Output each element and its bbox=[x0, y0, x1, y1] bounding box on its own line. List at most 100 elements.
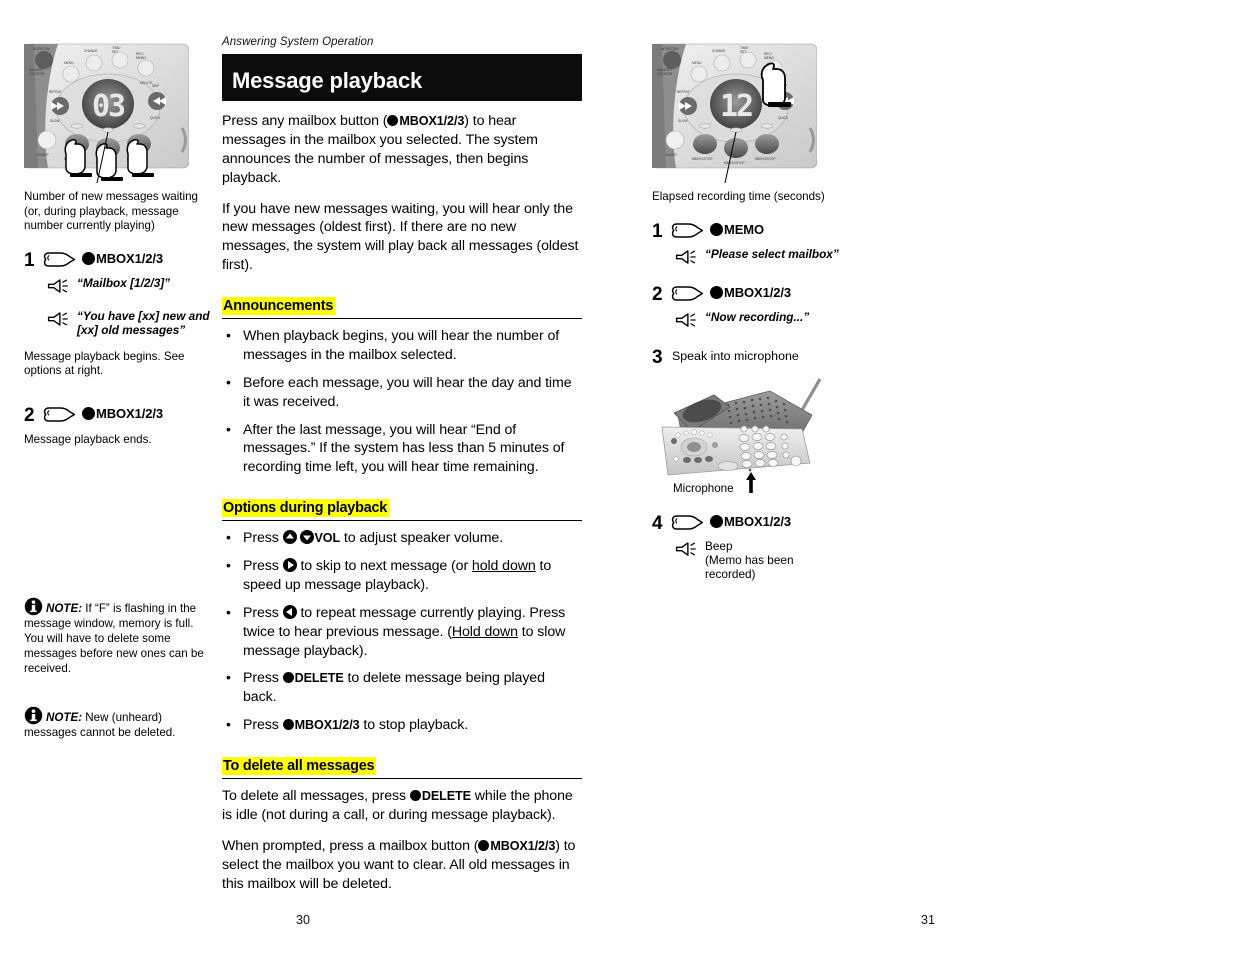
step-button: MBOX1/2/3 bbox=[82, 251, 163, 267]
svg-text:LOCATOR: LOCATOR bbox=[29, 72, 45, 76]
svg-text:LOCATOR: LOCATOR bbox=[657, 72, 673, 76]
delete-button-icon bbox=[409, 790, 421, 801]
svg-text:SET: SET bbox=[740, 50, 746, 54]
page-right: 12 INTERCOM HANDSET LOCATOR MENU CHANGE … bbox=[617, 0, 1235, 954]
mailbox-button-icon bbox=[478, 839, 490, 851]
microphone-label: Microphone bbox=[673, 482, 734, 495]
speaker-icon bbox=[47, 312, 68, 326]
step-button: MEMO bbox=[710, 222, 764, 238]
subheading-text: Options during playback bbox=[222, 499, 390, 518]
svg-text:REPEAT: REPEAT bbox=[49, 90, 62, 94]
phone-control-panel-illustration: 12 INTERCOM HANDSET LOCATOR MENU CHANGE … bbox=[651, 40, 818, 190]
pointing-hand-icon bbox=[43, 251, 76, 267]
page-left: 03 INTERCOM HANDSET LOCATOR MENU CHANGE … bbox=[0, 0, 617, 954]
svg-text:CHANGE: CHANGE bbox=[712, 49, 726, 53]
step-3: 3 Speak into microphone bbox=[652, 347, 842, 367]
inline-button-label: MBOX1/2/3 bbox=[490, 838, 556, 853]
base-unit-illustration: Microphone bbox=[652, 371, 842, 501]
step-button-label: MBOX1/2/3 bbox=[96, 250, 164, 266]
bullet-post: to stop playback. bbox=[359, 717, 469, 734]
svg-text:QUICK: QUICK bbox=[778, 116, 789, 120]
subheading-text: Announcements bbox=[222, 297, 336, 315]
voice-prompt: Beep (Memo has been recorded) bbox=[674, 539, 842, 582]
bullet-pre: Press bbox=[243, 717, 283, 734]
intro-paragraph-2: If you have new messages waiting, you wi… bbox=[222, 200, 579, 274]
pointing-hand-icon bbox=[671, 285, 704, 301]
list-item: Press to skip to next message (or hold d… bbox=[222, 556, 582, 595]
step-number: 4 bbox=[652, 512, 663, 534]
voice-prompt-text: “Mailbox [1/2/3]” bbox=[77, 275, 171, 290]
speaker-icon bbox=[675, 541, 696, 556]
svg-text:ON/OFF: ON/OFF bbox=[665, 153, 677, 157]
svg-text:DELETE: DELETE bbox=[140, 81, 152, 85]
step-button-label: MEMO bbox=[724, 221, 765, 237]
step-2: 2 MBOX1/2/3 bbox=[652, 284, 842, 304]
svg-text:INTERCOM: INTERCOM bbox=[661, 47, 678, 51]
mailbox-button-icon bbox=[82, 406, 95, 420]
running-head: Answering System Operation bbox=[222, 36, 374, 48]
memo-button-icon bbox=[710, 222, 723, 236]
step-number: 2 bbox=[652, 283, 663, 305]
svg-text:CHANGE: CHANGE bbox=[84, 49, 98, 53]
speaker-icon bbox=[675, 249, 696, 264]
note-label: NOTE: bbox=[46, 711, 83, 725]
pointing-hand-icon bbox=[671, 222, 704, 238]
step-button-label: MBOX1/2/3 bbox=[724, 284, 792, 300]
bullet-bold: MBOX1/2/3 bbox=[294, 718, 360, 733]
svg-text:MBOX3/STOP: MBOX3/STOP bbox=[755, 157, 776, 161]
left-margin-column: 03 INTERCOM HANDSET LOCATOR MENU CHANGE … bbox=[23, 40, 214, 741]
step-number: 1 bbox=[652, 220, 663, 242]
speaker-icon bbox=[675, 312, 696, 327]
left-body-column: Answering System Operation Message playb… bbox=[222, 36, 582, 905]
step-2: 2 MBOX1/2/3 bbox=[24, 405, 214, 425]
step-number: 1 bbox=[24, 249, 35, 271]
svg-text:REPEAT: REPEAT bbox=[677, 90, 690, 94]
skip-previous-icon bbox=[282, 604, 297, 619]
info-note-icon bbox=[24, 598, 43, 616]
voice-prompt: “You have [xx] new and [xx] old messages… bbox=[46, 309, 214, 338]
step-after-text: Message playback begins. See options at … bbox=[24, 349, 185, 378]
svg-text:MENU: MENU bbox=[692, 61, 702, 65]
right-margin-column: 12 INTERCOM HANDSET LOCATOR MENU CHANGE … bbox=[651, 40, 842, 582]
bullet-pre: Press bbox=[243, 530, 283, 547]
mailbox-button-icon bbox=[82, 251, 95, 265]
illustration-caption: Number of new messages waiting (or, duri… bbox=[24, 190, 198, 233]
step-4: 4 MBOX1/2/3 bbox=[652, 513, 842, 533]
section-banner-title: Message playback bbox=[222, 54, 582, 101]
step-plain-text: Speak into microphone bbox=[672, 348, 799, 363]
beep-label: Beep bbox=[705, 538, 733, 553]
step-button: MBOX1/2/3 bbox=[710, 514, 791, 530]
intro-paragraph-1: Press any mailbox button (MBOX1/2/3) to … bbox=[222, 112, 582, 188]
step-1: 1 MBOX1/2/3 bbox=[24, 250, 214, 270]
bullet-underline: Hold down bbox=[451, 623, 518, 640]
svg-text:SLOW: SLOW bbox=[678, 119, 687, 123]
bullet-post: to adjust speaker volume. bbox=[340, 530, 504, 547]
list-item: When playback begins, you will hear the … bbox=[222, 326, 582, 365]
bullet-post-a: to skip to next message (or bbox=[296, 558, 472, 574]
list-item: After the last message, you will hear “E… bbox=[222, 420, 582, 478]
delete-all-paragraph-1: To delete all messages, press DELETE whi… bbox=[222, 787, 582, 825]
inline-button-label: DELETE bbox=[421, 789, 471, 803]
para-a: When prompted, press a mailbox button ( bbox=[222, 837, 479, 854]
step-after-text: Message playback ends. bbox=[24, 432, 152, 446]
svg-text:SKIP: SKIP bbox=[152, 84, 159, 88]
para-a: To delete all messages, press bbox=[222, 788, 410, 804]
subheading-announcements: Announcements bbox=[222, 297, 582, 319]
mailbox-button-icon bbox=[387, 115, 399, 126]
svg-text:INTERCOM: INTERCOM bbox=[33, 47, 50, 51]
announcements-list: When playback begins, you will hear the … bbox=[222, 326, 582, 478]
list-item: Press MBOX1/2/3 to stop playback. bbox=[222, 715, 582, 735]
subheading-text: To delete all messages bbox=[222, 757, 377, 775]
step-button: MBOX1/2/3 bbox=[710, 285, 791, 301]
intro-text-a: Press any mailbox button ( bbox=[222, 113, 388, 129]
svg-text:MEMO: MEMO bbox=[764, 56, 774, 60]
voice-prompt-text: “You have [xx] new and [xx] old messages… bbox=[77, 308, 210, 338]
step-number: 2 bbox=[24, 404, 35, 426]
lcd-display-value: 12 bbox=[720, 89, 752, 124]
voice-prompt-text: “Now recording...” bbox=[705, 309, 810, 324]
volume-down-icon bbox=[300, 530, 315, 545]
svg-text:MEMO: MEMO bbox=[136, 56, 146, 60]
note-memory-full: NOTE: If “F” is flashing in the message … bbox=[24, 597, 214, 676]
voice-prompt-text: “Please select mailbox” bbox=[705, 246, 839, 261]
step-1: 1 MEMO bbox=[652, 221, 842, 241]
